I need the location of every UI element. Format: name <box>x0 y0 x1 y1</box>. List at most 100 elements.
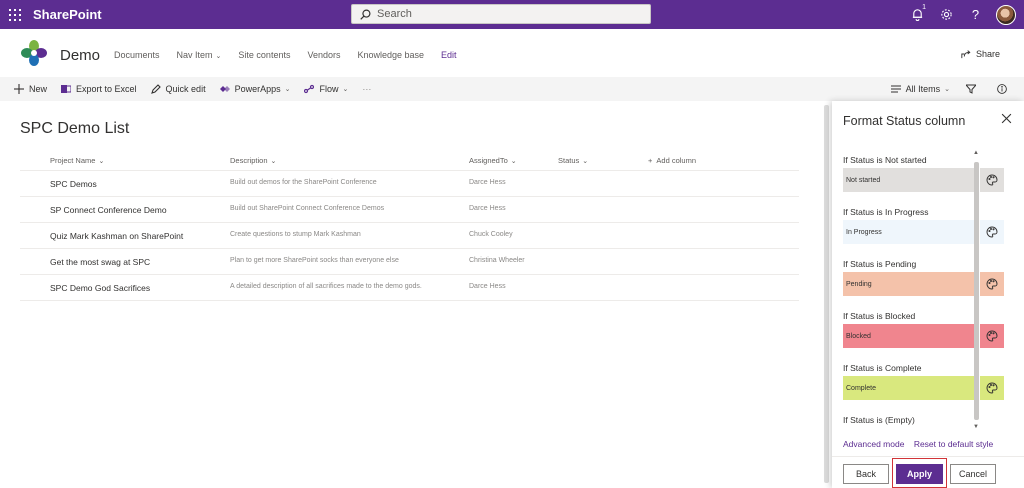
nav-documents[interactable]: Documents <box>114 50 160 60</box>
site-header: Demo Documents Nav Item ⌄ Site contents V… <box>0 29 1024 77</box>
scroll-down-icon[interactable]: ▼ <box>972 424 980 430</box>
site-logo-icon[interactable] <box>19 38 49 68</box>
powerapps-icon <box>219 86 230 92</box>
panel-title: Format Status column <box>843 114 966 128</box>
column-header-label: Project Name <box>50 156 96 165</box>
rule-label-in-progress: If Status is In Progress <box>843 207 929 217</box>
more-button[interactable]: ··· <box>362 84 371 94</box>
powerapps-label: PowerApps <box>234 84 281 94</box>
color-picker-button[interactable] <box>980 324 1004 348</box>
project-name-cell[interactable]: SPC Demo God Sacrifices <box>50 283 150 293</box>
apply-button[interactable]: Apply <box>896 464 943 484</box>
column-header-status[interactable]: Status ⌄ <box>558 156 588 165</box>
project-name-cell[interactable]: SP Connect Conference Demo <box>50 205 167 215</box>
column-header-label: Description <box>230 156 268 165</box>
page-scrollbar-thumb[interactable] <box>824 105 829 483</box>
assigned-to-cell: Chuck Cooley <box>469 231 513 238</box>
table-row[interactable]: SP Connect Conference Demo Build out Sha… <box>20 197 799 223</box>
table-row[interactable]: Quiz Mark Kashman on SharePoint Create q… <box>20 223 799 249</box>
panel-scrollbar-thumb[interactable] <box>974 162 979 420</box>
description-cell: Plan to get more SharePoint socks than e… <box>230 257 399 264</box>
scroll-up-icon[interactable]: ▲ <box>972 150 980 156</box>
share-button[interactable]: Share <box>961 49 1000 59</box>
nav-nav-item-label: Nav Item <box>176 50 213 60</box>
info-button[interactable] <box>997 84 1012 94</box>
column-header-label: Status <box>558 156 580 165</box>
assigned-to-cell: Darce Hess <box>469 179 506 186</box>
color-picker-button[interactable] <box>980 376 1004 400</box>
flow-label: Flow <box>319 84 339 94</box>
command-bar: New Export to Excel Quick edit PowerApps… <box>0 77 1024 101</box>
help-button[interactable]: ? <box>961 0 990 29</box>
status-swatch-not-started[interactable]: Not started <box>843 168 976 192</box>
column-header-assigned-to[interactable]: AssignedTo ⌄ <box>469 156 517 165</box>
site-name[interactable]: Demo <box>60 47 100 64</box>
column-header-project-name[interactable]: Project Name ⌄ <box>50 156 104 165</box>
quick-edit-button[interactable]: Quick edit <box>150 84 206 94</box>
new-button[interactable]: New <box>14 84 47 94</box>
status-swatch-blocked[interactable]: Blocked <box>843 324 976 348</box>
table-row[interactable]: SPC Demo God Sacrifices A detailed descr… <box>20 275 799 301</box>
export-to-excel-button[interactable]: Export to Excel <box>61 84 137 94</box>
app-name[interactable]: SharePoint <box>33 7 102 22</box>
filter-button[interactable] <box>966 84 981 94</box>
format-column-panel: Format Status column If Status is Not st… <box>832 101 1024 488</box>
notifications-button[interactable]: 1 <box>903 0 932 29</box>
rule-label-not-started: If Status is Not started <box>843 155 927 165</box>
add-column-button[interactable]: + Add column <box>648 156 696 165</box>
rule-label-empty: If Status is (Empty) <box>843 415 915 425</box>
excel-icon <box>61 85 72 93</box>
reset-default-link[interactable]: Reset to default style <box>914 439 993 449</box>
chevron-down-icon: ⌄ <box>342 86 349 93</box>
column-header-description[interactable]: Description ⌄ <box>230 156 276 165</box>
table-row[interactable]: Get the most swag at SPC Plan to get mor… <box>20 249 799 275</box>
powerapps-button[interactable]: PowerApps ⌄ <box>219 84 290 94</box>
status-swatch-pending[interactable]: Pending <box>843 272 976 296</box>
top-navigation: Documents Nav Item ⌄ Site contents Vendor… <box>114 50 474 60</box>
project-name-cell[interactable]: Get the most swag at SPC <box>50 257 150 267</box>
color-picker-button[interactable] <box>980 168 1004 192</box>
quick-edit-label: Quick edit <box>165 84 206 94</box>
app-launcher-icon[interactable] <box>0 0 29 29</box>
help-icon: ? <box>971 7 980 22</box>
search-icon <box>360 9 371 20</box>
gear-icon <box>941 9 952 20</box>
panel-links: Advanced mode Reset to default style <box>843 439 1000 449</box>
assigned-to-cell: Christina Wheeler <box>469 257 525 264</box>
view-selector[interactable]: All Items ⌄ <box>890 84 950 94</box>
nav-nav-item[interactable]: Nav Item ⌄ <box>177 50 222 60</box>
color-picker-button[interactable] <box>980 220 1004 244</box>
share-label: Share <box>975 49 1000 59</box>
color-picker-button[interactable] <box>980 272 1004 296</box>
pencil-icon <box>150 84 161 94</box>
close-icon[interactable] <box>1001 113 1012 124</box>
nav-edit-link[interactable]: Edit <box>441 50 457 60</box>
project-name-cell[interactable]: SPC Demos <box>50 179 97 189</box>
status-swatch-in-progress[interactable]: In Progress <box>843 220 976 244</box>
new-label: New <box>29 84 48 94</box>
plus-icon: + <box>648 156 653 165</box>
export-label: Export to Excel <box>76 84 137 94</box>
project-name-cell[interactable]: Quiz Mark Kashman on SharePoint <box>50 231 183 241</box>
palette-icon <box>986 382 998 394</box>
cancel-button[interactable]: Cancel <box>950 464 996 484</box>
flow-button[interactable]: Flow ⌄ <box>304 84 348 94</box>
settings-button[interactable] <box>932 0 961 29</box>
nav-vendors[interactable]: Vendors <box>307 50 340 60</box>
palette-icon <box>986 330 998 342</box>
search-box[interactable]: Search <box>351 4 651 24</box>
back-button[interactable]: Back <box>843 464 889 484</box>
table-row[interactable]: SPC Demos Build out demos for the ShareP… <box>20 171 799 197</box>
assigned-to-cell: Darce Hess <box>469 205 506 212</box>
avatar[interactable] <box>996 4 1016 25</box>
advanced-mode-link[interactable]: Advanced mode <box>843 439 904 449</box>
search-placeholder: Search <box>377 8 412 20</box>
status-swatch-complete[interactable]: Complete <box>843 376 976 400</box>
chevron-down-icon: ⌄ <box>270 158 277 165</box>
rule-label-pending: If Status is Pending <box>843 259 917 269</box>
view-list-icon <box>890 85 901 93</box>
nav-knowledge-base[interactable]: Knowledge base <box>357 50 424 60</box>
nav-site-contents[interactable]: Site contents <box>238 50 290 60</box>
rule-label-complete: If Status is Complete <box>843 363 922 373</box>
column-header-label: AssignedTo <box>469 156 508 165</box>
